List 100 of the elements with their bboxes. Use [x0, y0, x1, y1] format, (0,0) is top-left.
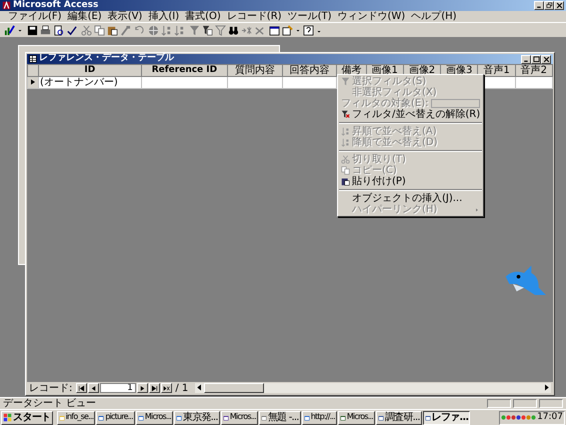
undo-icon[interactable]	[133, 24, 144, 36]
status-panel	[487, 399, 511, 408]
scrollbar-thumb[interactable]	[204, 383, 264, 393]
taskbar-button[interactable]: picture...	[96, 410, 135, 424]
sort-descending-icon[interactable]	[174, 24, 185, 36]
column-header[interactable]: Reference ID	[141, 64, 228, 76]
window-icon	[222, 414, 229, 420]
column-header[interactable]: 音声1	[478, 64, 516, 76]
window-icon	[138, 414, 144, 420]
maximize-button[interactable]	[531, 54, 541, 64]
column-header[interactable]: 回答内容	[282, 64, 337, 76]
copy-icon[interactable]	[94, 24, 105, 36]
taskbar-button[interactable]: 調査研...	[376, 410, 422, 424]
paste-icon[interactable]	[107, 24, 118, 36]
preview-icon[interactable]	[53, 24, 64, 36]
clock: 17:07	[537, 412, 563, 422]
spellcheck-icon[interactable]	[66, 24, 77, 36]
column-header[interactable]: 質問内容	[228, 64, 282, 76]
taskbar-button[interactable]: info_se...	[56, 410, 96, 424]
filter-form-icon[interactable]	[202, 24, 213, 36]
menu-item[interactable]: 表示(V)	[108, 11, 142, 22]
menu-item[interactable]: ヘルプ(H)	[411, 11, 457, 22]
record-label: レコード:	[29, 382, 72, 394]
menu-item[interactable]: 貼り付け(P)	[338, 176, 484, 187]
new-object-icon[interactable]	[282, 24, 293, 36]
taskbar-button[interactable]: Micros...	[136, 410, 174, 424]
status-panel	[513, 399, 537, 408]
window-icon	[58, 414, 65, 420]
binoculars-icon[interactable]	[228, 24, 239, 36]
taskbar-button[interactable]: http://...	[302, 410, 337, 424]
taskbar-button[interactable]: Micros...	[338, 410, 375, 424]
previous-record-icon	[90, 384, 97, 392]
window-title: レファレンス・データ・テーブル	[39, 54, 174, 64]
window-icon	[378, 414, 384, 420]
status-panel	[539, 399, 563, 408]
first-record-button[interactable]	[76, 383, 87, 393]
restore-icon	[546, 2, 552, 9]
minimize-button[interactable]	[534, 1, 544, 10]
taskbar-button[interactable]: 東京発...	[174, 410, 220, 424]
next-record-icon	[138, 384, 146, 392]
menu-item[interactable]: ツール(T)	[288, 11, 332, 22]
new-record-button[interactable]	[160, 383, 172, 393]
window-icon	[340, 414, 346, 420]
close-button[interactable]	[554, 1, 564, 10]
taskbar-button[interactable]: 無題 -...	[258, 410, 301, 424]
last-record-button[interactable]	[148, 383, 160, 393]
taskbar-button[interactable]: Micros...	[220, 410, 258, 424]
delete-record-icon[interactable]	[254, 24, 265, 36]
menu-item[interactable]: フィルタ/並べ替えの解除(R)	[338, 109, 484, 120]
sort-ascending-icon[interactable]	[161, 24, 172, 36]
scissors-icon[interactable]	[81, 24, 92, 36]
save-icon[interactable]	[27, 24, 38, 36]
paste-icon	[341, 177, 350, 186]
sort-ascending-icon	[341, 127, 350, 136]
status-text: データシート ビュー	[3, 398, 98, 409]
window-icon	[424, 414, 431, 420]
window-title: Microsoft Access	[13, 0, 98, 10]
menu-item[interactable]: 編集(E)	[68, 11, 102, 22]
window-icon	[260, 414, 267, 420]
minimize-button[interactable]	[521, 54, 531, 64]
previous-record-button[interactable]	[88, 383, 99, 393]
copy-icon	[341, 166, 350, 175]
column-header[interactable]: 音声2	[515, 64, 552, 76]
window-icon[interactable]	[269, 24, 280, 36]
windows-logo-icon	[3, 413, 12, 422]
globe-icon[interactable]	[148, 24, 159, 36]
column-header[interactable]: ID	[38, 64, 142, 76]
table-icon	[29, 55, 37, 63]
menu-item[interactable]: 挿入(I)	[148, 11, 180, 22]
close-icon	[556, 2, 562, 9]
first-record-icon	[78, 384, 85, 392]
window-icon	[304, 414, 310, 420]
submenu-arrow-icon	[474, 206, 480, 214]
taskbar-button[interactable]: レファ...	[422, 410, 470, 424]
menu-item[interactable]: ファイル(F)	[8, 11, 62, 22]
window-icon	[176, 414, 182, 420]
window-icon	[98, 414, 104, 420]
filter-remove-icon	[341, 110, 350, 119]
last-record-icon	[150, 384, 158, 392]
close-button[interactable]	[541, 54, 551, 64]
field-label: フィルタの対象(E):	[341, 98, 428, 109]
restore-button[interactable]	[544, 1, 554, 10]
horizontal-scrollbar[interactable]	[195, 383, 551, 393]
start-button[interactable]: スタート	[1, 410, 53, 424]
new-record-icon	[162, 384, 170, 392]
menu-item[interactable]: 書式(O)	[185, 11, 221, 22]
view-icon[interactable]	[4, 24, 15, 36]
sort-descending-icon	[341, 138, 350, 147]
scissors-icon	[341, 155, 350, 164]
help-icon[interactable]	[303, 24, 314, 36]
menu-item[interactable]: オブジェクトの挿入(J)...	[338, 193, 484, 204]
table-cell[interactable]: (オートナンバー)	[38, 76, 142, 88]
print-icon[interactable]	[40, 24, 51, 36]
next-record-button[interactable]	[136, 383, 148, 393]
app-icon	[2, 1, 11, 10]
record-count: / 1	[175, 382, 188, 394]
close-icon	[542, 56, 550, 62]
maximize-icon	[532, 56, 540, 62]
menu-item[interactable]: ウィンドウ(W)	[337, 11, 406, 22]
menu-item[interactable]: レコード(R)	[226, 11, 282, 22]
